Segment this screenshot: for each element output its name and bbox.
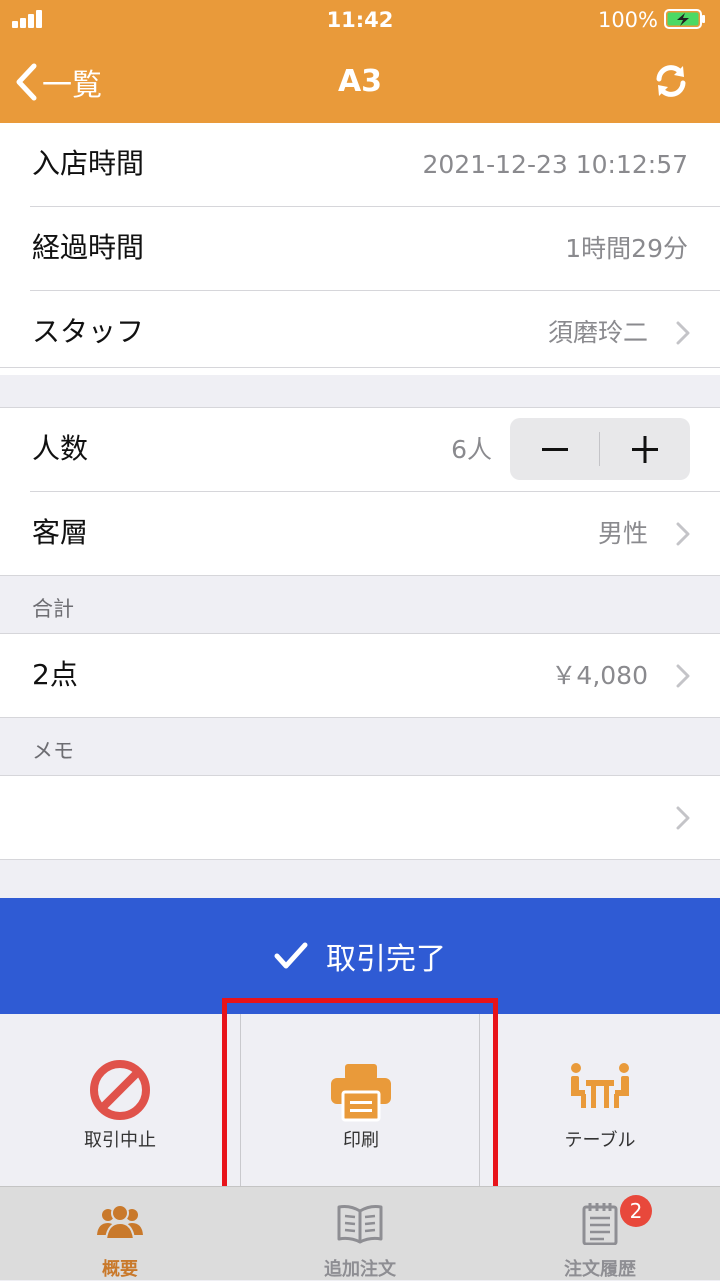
total-amount: ￥4,080 (551, 661, 648, 690)
book-icon (337, 1205, 383, 1244)
tab-overview-label: 概要 (102, 1259, 138, 1280)
elapsed-time-label: 経過時間 (32, 231, 145, 264)
people-icon (97, 1204, 143, 1240)
entry-time-value: 2021-12-23 10:12:57 (422, 150, 688, 179)
guest-count-row: 人数 6人 (0, 408, 720, 492)
tab-order-history[interactable]: 2 注文履歴 (480, 1187, 720, 1281)
tab-overview[interactable]: 概要 (0, 1187, 240, 1281)
total-section-header: 合計 (32, 597, 74, 621)
memo-row[interactable] (0, 776, 720, 860)
chevron-right-icon (676, 664, 690, 688)
elapsed-time-value: 1時間29分 (565, 234, 688, 263)
cancel-transaction-button[interactable]: 取引中止 (0, 1014, 240, 1186)
customer-type-value: 男性 (597, 519, 648, 548)
refresh-icon[interactable] (652, 62, 690, 100)
guest-group: 人数 6人 客層 男性 (0, 408, 720, 576)
table-button[interactable]: テーブル (480, 1014, 720, 1186)
page-title: A3 (337, 64, 383, 99)
status-bar: 11:42 100% (0, 0, 720, 40)
info-group: 入店時間 2021-12-23 10:12:57 経過時間 1時間29分 スタッ… (0, 123, 720, 375)
elapsed-time-row: 経過時間 1時間29分 (0, 207, 720, 291)
notepad-icon (582, 1203, 618, 1245)
tab-add-order[interactable]: 追加注文 (240, 1187, 480, 1281)
chevron-right-icon (676, 321, 690, 345)
staff-label: スタッフ (32, 315, 145, 348)
memo-group (0, 776, 720, 860)
tab-add-order-label: 追加注文 (324, 1259, 396, 1280)
tab-bar: 概要 追加注文 2 注文履歴 (0, 1186, 720, 1280)
cancel-transaction-label: 取引中止 (84, 1130, 156, 1151)
chevron-right-icon (676, 806, 690, 830)
decrement-button[interactable] (510, 418, 600, 480)
complete-transaction-button[interactable]: 取引完了 (0, 898, 720, 1014)
prohibited-icon (90, 1060, 150, 1120)
item-count: 2点 (32, 658, 78, 691)
highlight-box (222, 998, 498, 1196)
guest-count-stepper (510, 418, 690, 480)
complete-transaction-label: 取引完了 (326, 942, 446, 977)
customer-type-row[interactable]: 客層 男性 (0, 492, 720, 576)
total-row[interactable]: 2点 ￥4,080 (0, 634, 720, 718)
staff-value: 須磨玲二 (547, 318, 648, 347)
battery-icon (664, 9, 705, 29)
total-group: 2点 ￥4,080 (0, 634, 720, 718)
table-seating-icon (571, 1063, 629, 1108)
customer-type-label: 客層 (32, 516, 89, 549)
entry-time-label: 入店時間 (32, 147, 145, 180)
tab-order-history-label: 注文履歴 (564, 1259, 636, 1280)
staff-row[interactable]: スタッフ 須磨玲二 (0, 291, 720, 375)
memo-section-header: メモ (32, 739, 74, 763)
entry-time-row: 入店時間 2021-12-23 10:12:57 (0, 123, 720, 207)
guest-count-value: 6人 (451, 435, 492, 464)
checkmark-icon (274, 942, 308, 969)
navigation-bar: 11:42 100% 一覧 A3 (0, 0, 720, 123)
guest-count-label: 人数 (32, 432, 89, 465)
chevron-right-icon (676, 522, 690, 546)
increment-button[interactable] (600, 418, 690, 480)
notification-badge: 2 (620, 1195, 652, 1227)
table-label: テーブル (564, 1130, 636, 1151)
battery-percentage: 100% (597, 8, 658, 32)
